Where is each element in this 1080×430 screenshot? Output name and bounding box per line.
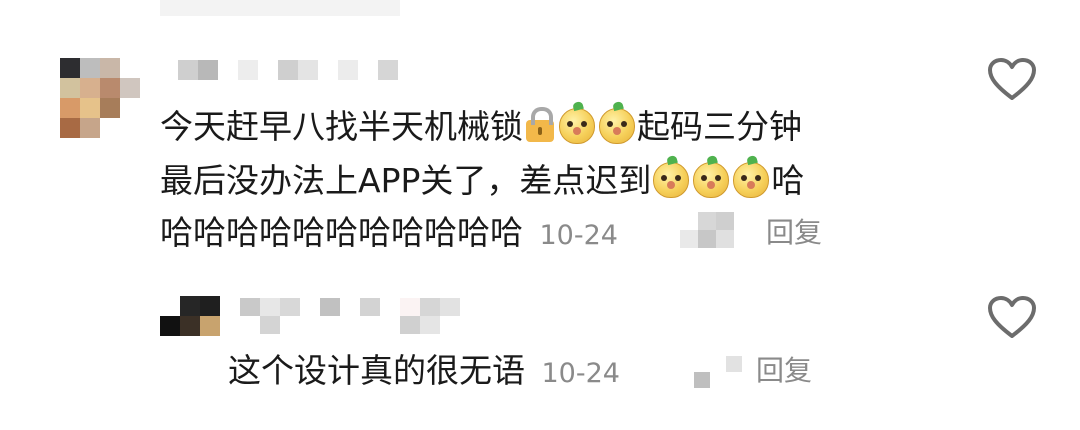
comment-text: 今天赶早八找半天机械锁 起码三分钟	[160, 107, 802, 146]
comment-text: 这个设计真的很无语 10-24	[228, 351, 620, 390]
reply-button[interactable]: 回复	[766, 210, 822, 255]
previous-content-edge	[160, 0, 400, 16]
comment-text: 最后没办法上APP关了，差点迟到哈	[160, 161, 805, 200]
avatar[interactable]	[160, 296, 220, 336]
username[interactable]	[178, 60, 398, 80]
meerkat-emoji-icon	[693, 162, 730, 198]
meerkat-emoji-icon	[733, 162, 770, 198]
lock-icon	[526, 107, 554, 142]
avatar[interactable]	[60, 58, 140, 138]
meerkat-emoji-icon	[559, 108, 595, 144]
meerkat-emoji-icon	[653, 162, 690, 198]
username[interactable]	[240, 298, 480, 334]
heart-outline-icon[interactable]	[986, 294, 1038, 340]
comment-date: 10-24	[539, 220, 618, 251]
comment-date: 10-24	[541, 358, 620, 389]
meerkat-emoji-icon	[599, 108, 635, 144]
location-redacted	[694, 356, 742, 388]
heart-outline-icon[interactable]	[986, 56, 1038, 102]
reply-button[interactable]: 回复	[756, 348, 812, 393]
location-redacted	[680, 212, 752, 248]
comment-text: 哈哈哈哈哈哈哈哈哈哈哈 10-24	[160, 213, 618, 252]
